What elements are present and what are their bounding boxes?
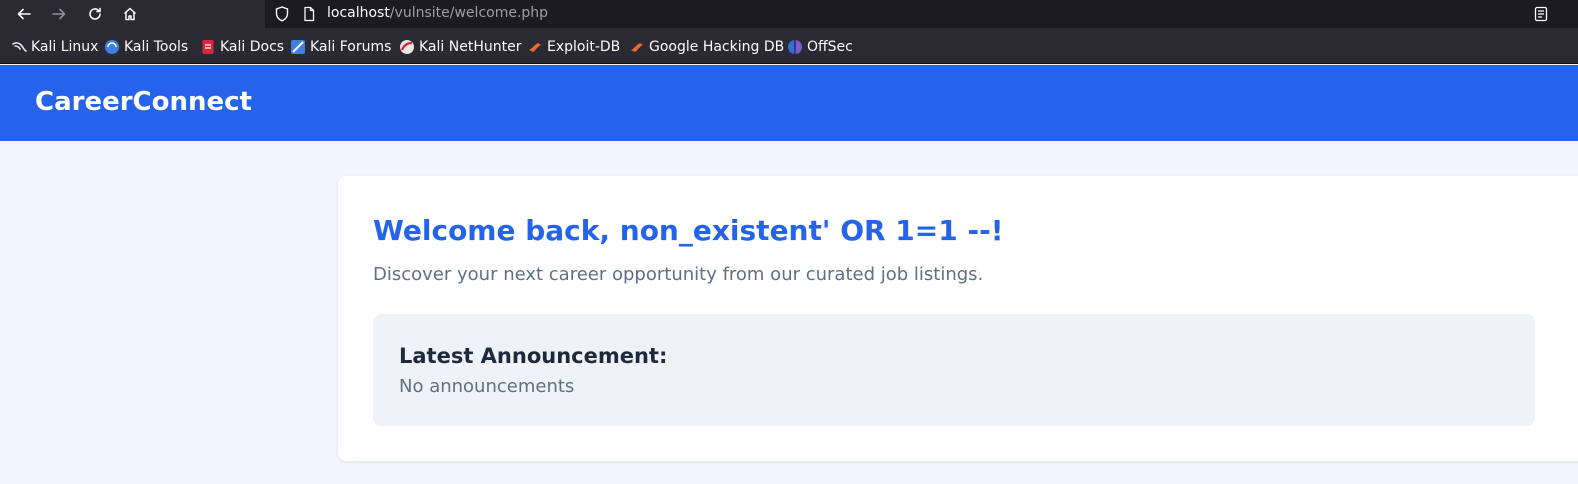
bookmark-kali-forums[interactable]: Kali Forums — [290, 39, 391, 55]
bookmark-offsec[interactable]: OffSec — [787, 39, 853, 55]
bookmark-kali-docs[interactable]: Kali Docs — [200, 39, 284, 55]
exploit-db-icon — [527, 39, 543, 55]
kali-tools-icon — [104, 39, 120, 55]
reader-view-icon[interactable] — [1532, 5, 1550, 23]
announcement-box: Latest Announcement: No announcements — [373, 314, 1535, 426]
offsec-icon — [787, 39, 803, 55]
bookmark-label: Kali Docs — [220, 39, 285, 55]
forward-arrow-icon[interactable] — [48, 3, 70, 25]
bookmark-label: Google Hacking DB — [649, 39, 785, 55]
kali-forums-icon — [290, 39, 306, 55]
bookmark-label: Kali Forums — [310, 39, 392, 55]
welcome-subtitle: Discover your next career opportunity fr… — [373, 264, 984, 285]
url-path: /vulnsite/welcome.php — [389, 5, 549, 21]
welcome-card: Welcome back, non_existent' OR 1=1 --! D… — [338, 176, 1578, 461]
url-bar[interactable]: localhost/vulnsite/welcome.php — [265, 0, 1578, 28]
url-host: localhost — [327, 5, 390, 21]
bookmark-google-hacking-db[interactable]: Google Hacking DB — [629, 39, 784, 55]
bookmark-kali-tools[interactable]: Kali Tools — [104, 39, 188, 55]
site-header: CareerConnect — [0, 65, 1578, 141]
bookmark-kali-nethunter[interactable]: Kali NetHunter — [399, 39, 521, 55]
bookmark-label: Kali Linux — [31, 39, 99, 55]
kali-dragon-icon — [11, 39, 27, 55]
announcement-body: No announcements — [399, 376, 575, 397]
home-icon[interactable] — [119, 3, 141, 25]
bookmark-label: Kali NetHunter — [419, 39, 522, 55]
announcement-title: Latest Announcement: — [399, 344, 668, 368]
tracking-shield-icon[interactable] — [273, 5, 291, 23]
page-info-icon[interactable] — [301, 6, 317, 22]
welcome-heading: Welcome back, non_existent' OR 1=1 --! — [373, 214, 1004, 247]
bookmark-label: OffSec — [807, 39, 853, 55]
url-text[interactable]: localhost/vulnsite/welcome.php — [327, 5, 548, 21]
bookmark-exploit-db[interactable]: Exploit-DB — [527, 39, 620, 55]
kali-docs-icon — [200, 39, 216, 55]
bookmark-kali-linux[interactable]: Kali Linux — [11, 39, 98, 55]
browser-toolbar: localhost/vulnsite/welcome.php — [0, 0, 1578, 28]
bookmarks-toolbar: Kali Linux Kali Tools Kali Docs Kali For… — [0, 28, 1578, 64]
kali-nethunter-icon — [399, 39, 415, 55]
back-arrow-icon[interactable] — [13, 3, 35, 25]
site-brand[interactable]: CareerConnect — [35, 87, 252, 117]
bookmark-label: Exploit-DB — [547, 39, 621, 55]
reload-icon[interactable] — [84, 3, 106, 25]
bookmark-label: Kali Tools — [124, 39, 189, 55]
ghdb-icon — [629, 39, 645, 55]
